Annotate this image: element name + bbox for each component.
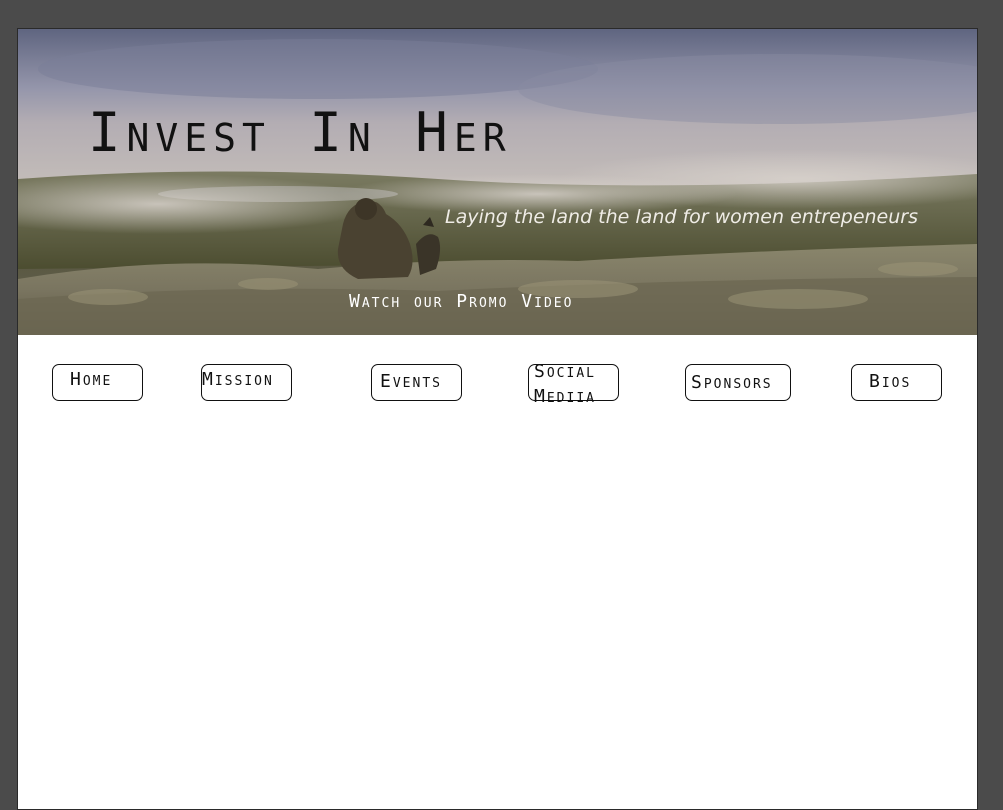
nav-events-label: Events	[380, 371, 442, 392]
nav-bios-button[interactable]: Bios	[851, 364, 942, 401]
nav-mission-button[interactable]: Mission	[201, 364, 292, 401]
nav-home-button[interactable]: Home	[52, 364, 143, 401]
page-title: Invest In Her	[88, 101, 512, 164]
nav-sponsors-button[interactable]: Sponsors	[685, 364, 791, 401]
nav-social-media-label: Social Mediia	[534, 361, 596, 407]
nav-bios-label: Bios	[869, 371, 912, 392]
hero-subtitle: Laying the land the land for women entre…	[445, 206, 918, 228]
nav-mission-label: Mission	[202, 369, 274, 390]
promo-video-link[interactable]: Watch our Promo Video	[349, 291, 573, 312]
nav-events-button[interactable]: Events	[371, 364, 462, 401]
nav-sponsors-label: Sponsors	[691, 372, 773, 393]
hero-banner: Invest In Her Laying the land the land f…	[18, 29, 977, 335]
page-container: Invest In Her Laying the land the land f…	[17, 28, 978, 810]
nav-home-label: Home	[70, 369, 113, 390]
nav-social-media-button[interactable]: Social Mediia	[528, 361, 619, 407]
hero-landscape-image	[18, 29, 977, 335]
